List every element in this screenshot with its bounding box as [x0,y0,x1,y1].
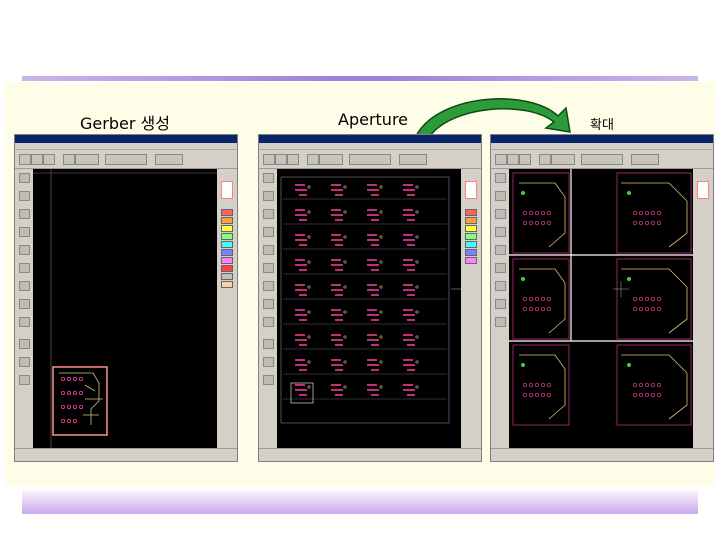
status-bar [15,448,237,461]
pcb-canvas[interactable] [509,169,693,449]
curved-arrow-icon [414,98,571,137]
layer-color-panel[interactable] [461,169,481,449]
top-divider [22,76,698,81]
pcb-canvas[interactable] [33,169,217,449]
toolbar[interactable] [491,150,713,169]
left-toolbar[interactable] [15,169,33,449]
gerber-generation-window[interactable] [14,134,238,462]
menu-bar[interactable] [15,143,237,150]
toolbar[interactable] [15,150,237,169]
window-titlebar [15,135,237,143]
status-bar [491,448,713,461]
left-toolbar[interactable] [259,169,277,449]
status-bar [259,448,481,461]
pcb-canvas[interactable] [277,169,461,449]
layer-color-panel[interactable] [693,169,713,449]
window-titlebar [259,135,481,143]
gerber-caption: Gerber 생성 [80,114,170,133]
bottom-band [22,488,698,514]
window-titlebar [491,135,713,143]
left-toolbar[interactable] [491,169,509,449]
zoom-caption: 확대 [590,118,614,133]
toolbar[interactable] [259,150,481,169]
menu-bar[interactable] [259,143,481,150]
aperture-window[interactable] [258,134,482,462]
menu-bar[interactable] [491,143,713,150]
zoom-window[interactable] [490,134,714,462]
layer-color-panel[interactable] [217,169,237,449]
aperture-caption: Aperture [338,110,409,129]
